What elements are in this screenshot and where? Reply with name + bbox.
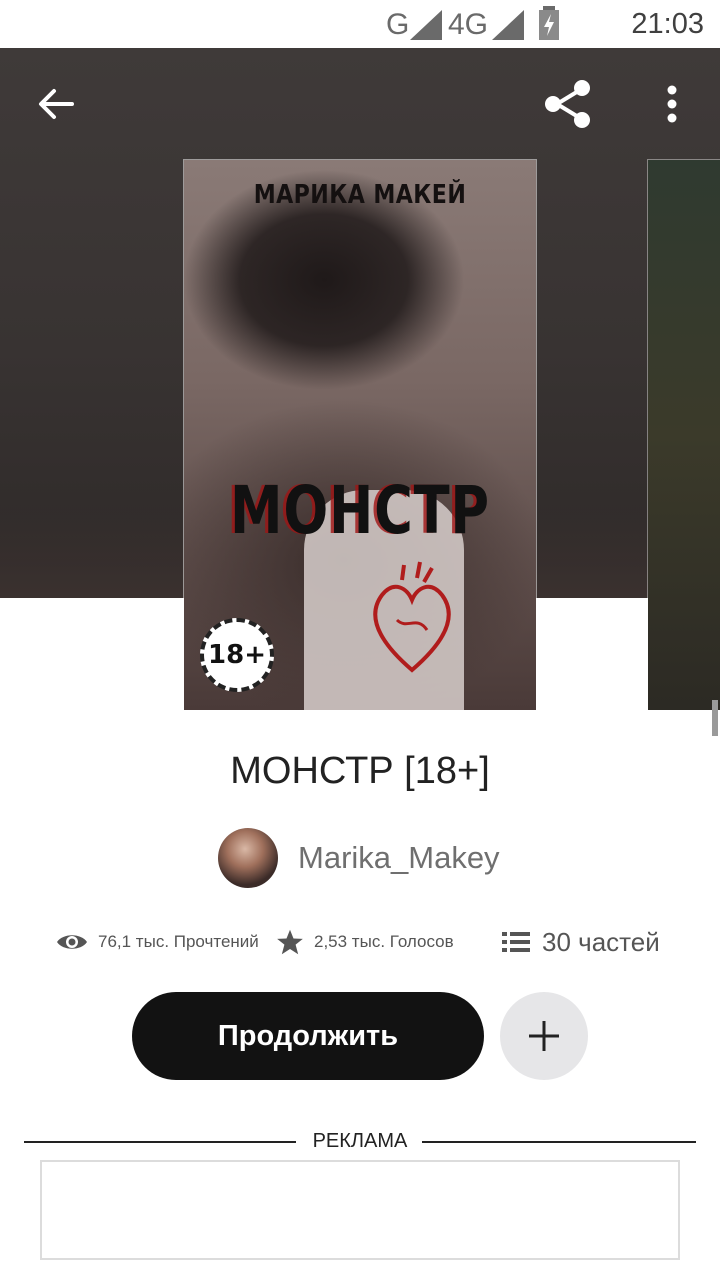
parts-count[interactable]: 30 частей — [542, 927, 660, 958]
scrollbar[interactable] — [712, 700, 718, 736]
signal-icon — [410, 10, 442, 40]
battery-icon — [539, 6, 559, 40]
divider-line-right — [422, 1141, 696, 1143]
arrow-left-icon — [39, 89, 74, 119]
votes-count: 2,53 тыс. Голосов — [314, 932, 454, 951]
plus-icon — [529, 1021, 559, 1051]
reads-stat: 76,1 тыс. Прочтений — [56, 920, 259, 964]
signal-icon-2 — [492, 10, 524, 40]
list-icon — [502, 932, 530, 952]
share-button[interactable] — [540, 76, 596, 132]
ad-divider: РЕКЛАМА — [24, 1128, 696, 1156]
network-type-4g: 4G — [448, 8, 489, 41]
ad-container[interactable] — [40, 1160, 680, 1260]
avatar[interactable] — [218, 828, 278, 888]
age-rating-badge: 18+ — [200, 618, 274, 692]
book-stats: 76,1 тыс. Прочтений 2,53 тыс. Голосов 30… — [56, 920, 696, 964]
reads-count: 76,1 тыс. Прочтений — [98, 932, 259, 951]
clock: 21:03 — [631, 8, 704, 40]
back-button[interactable] — [28, 76, 84, 132]
heart-illustration-icon — [373, 561, 451, 673]
author-profile-link[interactable]: Marika_Makey — [218, 828, 500, 888]
share-icon — [545, 80, 590, 128]
network-type-g: G — [386, 8, 410, 41]
add-to-library-button[interactable] — [500, 992, 588, 1080]
parts-stat[interactable]: 30 частей — [502, 920, 660, 964]
more-options-button[interactable] — [650, 76, 694, 132]
star-icon — [277, 929, 303, 955]
book-title: МОНСТР [18+] — [230, 750, 490, 792]
book-cover[interactable]: МАРИКА МАКЕЙ МОНСТР 18+ — [184, 160, 536, 710]
cover-title-text: МОНСТР — [230, 472, 490, 549]
cover-author-text: МАРИКА МАКЕЙ — [253, 180, 467, 210]
eye-icon — [57, 935, 87, 949]
more-vertical-icon — [667, 85, 677, 123]
author-name[interactable]: Marika_Makey — [298, 840, 500, 876]
continue-reading-button[interactable]: Продолжить — [132, 992, 484, 1080]
status-bar: G 4G 21:03 — [0, 0, 720, 48]
votes-stat: 2,53 тыс. Голосов — [276, 920, 454, 964]
next-book-cover[interactable] — [648, 160, 720, 710]
